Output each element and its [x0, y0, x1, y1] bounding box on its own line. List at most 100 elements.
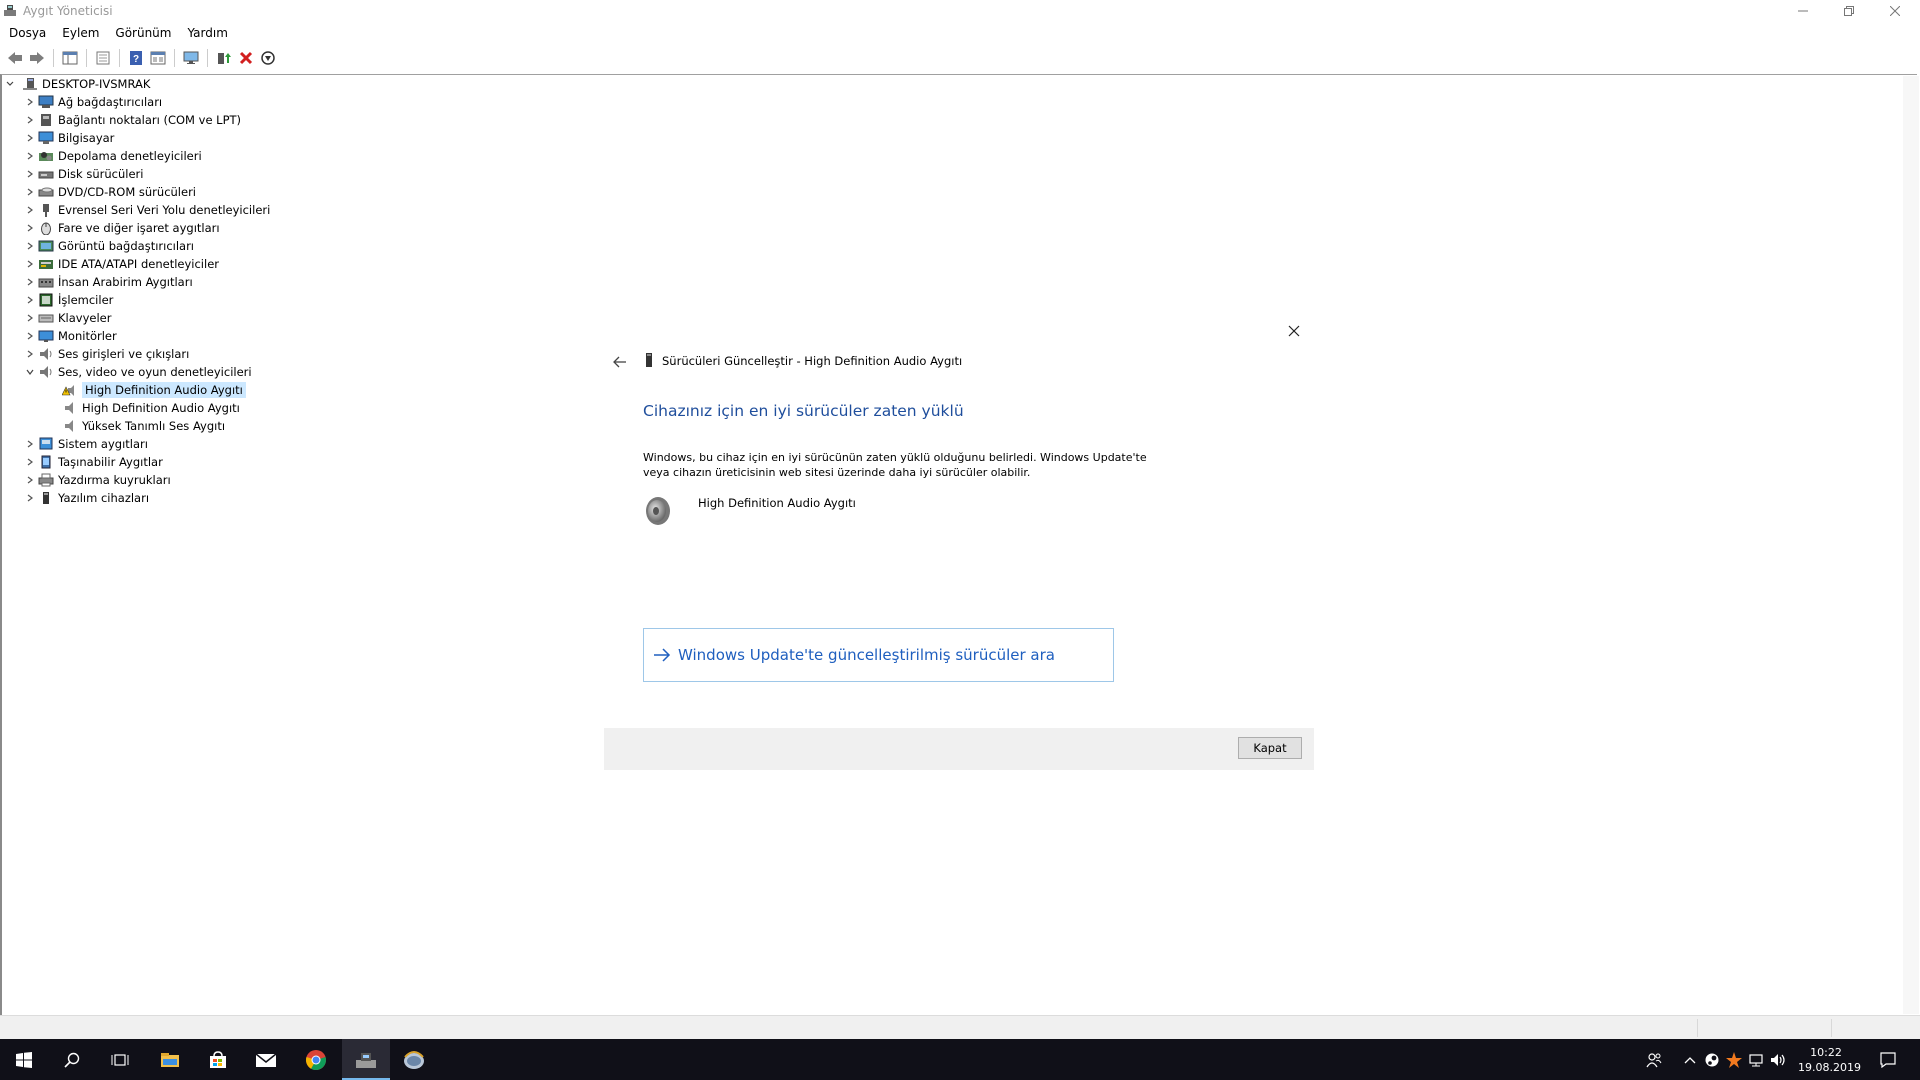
- tree-category[interactable]: Bağlantı noktaları (COM ve LPT): [24, 111, 241, 129]
- tree-category-label: İnsan Arabirim Aygıtları: [58, 275, 193, 289]
- uninstall-device-button[interactable]: [235, 47, 257, 69]
- menu-dosya[interactable]: Dosya: [0, 24, 53, 44]
- tree-category-label: IDE ATA/ATAPI denetleyiciler: [58, 257, 220, 271]
- software-device-icon: [38, 491, 54, 505]
- tree-category[interactable]: Bilgisayar: [24, 129, 114, 147]
- expand-chevron-icon[interactable]: [24, 240, 36, 252]
- expand-chevron-icon[interactable]: [24, 276, 36, 288]
- vertical-scrollbar[interactable]: [1903, 76, 1919, 1014]
- expand-chevron-icon[interactable]: [24, 330, 36, 342]
- tree-category[interactable]: Depolama denetleyicileri: [24, 147, 202, 165]
- tree-category[interactable]: Evrensel Seri Veri Yolu denetleyicileri: [24, 201, 270, 219]
- file-explorer-button[interactable]: [146, 1039, 194, 1080]
- tree-category[interactable]: Sistem aygıtları: [24, 435, 148, 453]
- minimize-button[interactable]: [1780, 0, 1826, 22]
- chrome-button[interactable]: [292, 1039, 340, 1080]
- collapse-chevron-icon[interactable]: [24, 366, 36, 378]
- tree-category[interactable]: İnsan Arabirim Aygıtları: [24, 273, 193, 291]
- properties-button[interactable]: [92, 47, 114, 69]
- expand-chevron-icon[interactable]: [24, 96, 36, 108]
- speaker-icon: [62, 401, 78, 415]
- usb-icon: [38, 203, 54, 217]
- tree-category[interactable]: Disk sürücüleri: [24, 165, 143, 183]
- expand-chevron-icon[interactable]: [24, 312, 36, 324]
- update-driver-button[interactable]: [213, 47, 235, 69]
- expand-chevron-icon[interactable]: [24, 132, 36, 144]
- expand-chevron-icon[interactable]: [24, 474, 36, 486]
- update-wizard-taskbar-button[interactable]: [390, 1039, 438, 1080]
- expand-chevron-icon[interactable]: [24, 258, 36, 270]
- show-hidden-icons-button[interactable]: [1680, 1039, 1700, 1080]
- windows-update-search-link[interactable]: Windows Update'te güncelleştirilmiş sürü…: [643, 628, 1114, 682]
- back-button[interactable]: [4, 47, 26, 69]
- tree-category-label: Evrensel Seri Veri Yolu denetleyicileri: [58, 203, 271, 217]
- toolbar-separator: [119, 49, 120, 67]
- action-center-button[interactable]: [1868, 1039, 1908, 1080]
- expand-chevron-icon[interactable]: [24, 186, 36, 198]
- tree-category[interactable]: Fare ve diğer işaret aygıtları: [24, 219, 220, 237]
- task-view-button[interactable]: [96, 1039, 144, 1080]
- update-drivers-dialog: Sürücüleri Güncelleştir - High Definitio…: [604, 310, 1314, 770]
- dvd-drive-icon: [38, 185, 54, 199]
- toolbar: ?: [0, 46, 1920, 70]
- tree-category[interactable]: Ses girişleri ve çıkışları: [24, 345, 189, 363]
- dialog-close-icon[interactable]: [1284, 321, 1304, 341]
- dialog-back-icon[interactable]: [612, 354, 628, 370]
- expand-chevron-icon[interactable]: [24, 492, 36, 504]
- expand-chevron-icon[interactable]: [24, 456, 36, 468]
- forward-button[interactable]: [26, 47, 48, 69]
- tree-category[interactable]: Yazılım cihazları: [24, 489, 149, 507]
- restore-button[interactable]: [1826, 0, 1872, 22]
- tree-category[interactable]: Klavyeler: [24, 309, 111, 327]
- menu-yardim[interactable]: Yardım: [178, 24, 234, 44]
- tree-category[interactable]: Taşınabilir Aygıtlar: [24, 453, 163, 471]
- menu-eylem[interactable]: Eylem: [53, 24, 106, 44]
- sound-controller-icon: [38, 365, 54, 379]
- tree-category-label: Disk sürücüleri: [58, 167, 144, 181]
- menu-gorunum[interactable]: Görünüm: [106, 24, 178, 44]
- volume-icon: [1771, 1053, 1785, 1066]
- tree-device-item[interactable]: High Definition Audio Aygıtı: [60, 381, 246, 399]
- expand-chevron-icon[interactable]: [24, 204, 36, 216]
- expand-chevron-icon[interactable]: [24, 114, 36, 126]
- tree-category[interactable]: Ses, video ve oyun denetleyicileri: [24, 363, 252, 381]
- scan-hardware-button[interactable]: [257, 47, 279, 69]
- show-hide-console-tree-button[interactable]: [59, 47, 81, 69]
- store-icon: [210, 1050, 226, 1068]
- mail-button[interactable]: [242, 1039, 290, 1080]
- device-manager-taskbar-button[interactable]: [342, 1039, 390, 1080]
- view-button[interactable]: [147, 47, 169, 69]
- people-button[interactable]: [1640, 1039, 1668, 1080]
- tree-category[interactable]: Monitörler: [24, 327, 117, 345]
- network-tray-button[interactable]: [1746, 1039, 1766, 1080]
- tree-device-item[interactable]: Yüksek Tanımlı Ses Aygıtı: [60, 417, 225, 435]
- svg-text:?: ?: [133, 54, 139, 65]
- expand-chevron-icon[interactable]: [24, 222, 36, 234]
- tree-category[interactable]: DVD/CD-ROM sürücüleri: [24, 183, 196, 201]
- close-dialog-button[interactable]: Kapat: [1238, 737, 1302, 759]
- help-button[interactable]: ?: [125, 47, 147, 69]
- expand-chevron-icon[interactable]: [24, 294, 36, 306]
- taskbar-clock[interactable]: 10:22 19.08.2019: [1798, 1045, 1861, 1075]
- volume-tray-button[interactable]: [1768, 1039, 1790, 1080]
- search-button[interactable]: [48, 1039, 96, 1080]
- expand-chevron-icon[interactable]: [24, 438, 36, 450]
- monitor-button[interactable]: [180, 47, 202, 69]
- avast-tray-button[interactable]: [1724, 1039, 1744, 1080]
- tree-category[interactable]: Yazdırma kuyrukları: [24, 471, 171, 489]
- tree-category[interactable]: Ağ bağdaştırıcıları: [24, 93, 162, 111]
- close-button[interactable]: [1872, 0, 1918, 22]
- expand-chevron-icon[interactable]: [24, 150, 36, 162]
- tree-device-item[interactable]: High Definition Audio Aygıtı: [60, 399, 240, 417]
- collapse-chevron-icon[interactable]: [4, 78, 16, 90]
- tree-root[interactable]: DESKTOP-IVSMRAK: [4, 75, 150, 93]
- expand-chevron-icon[interactable]: [24, 348, 36, 360]
- tree-category[interactable]: IDE ATA/ATAPI denetleyiciler: [24, 255, 219, 273]
- steam-tray-button[interactable]: [1702, 1039, 1722, 1080]
- window-title: Aygıt Yöneticisi: [23, 4, 113, 18]
- start-button[interactable]: [0, 1039, 48, 1080]
- expand-chevron-icon[interactable]: [24, 168, 36, 180]
- tree-category[interactable]: Görüntü bağdaştırıcıları: [24, 237, 194, 255]
- store-button[interactable]: [194, 1039, 242, 1080]
- tree-category[interactable]: İşlemciler: [24, 291, 113, 309]
